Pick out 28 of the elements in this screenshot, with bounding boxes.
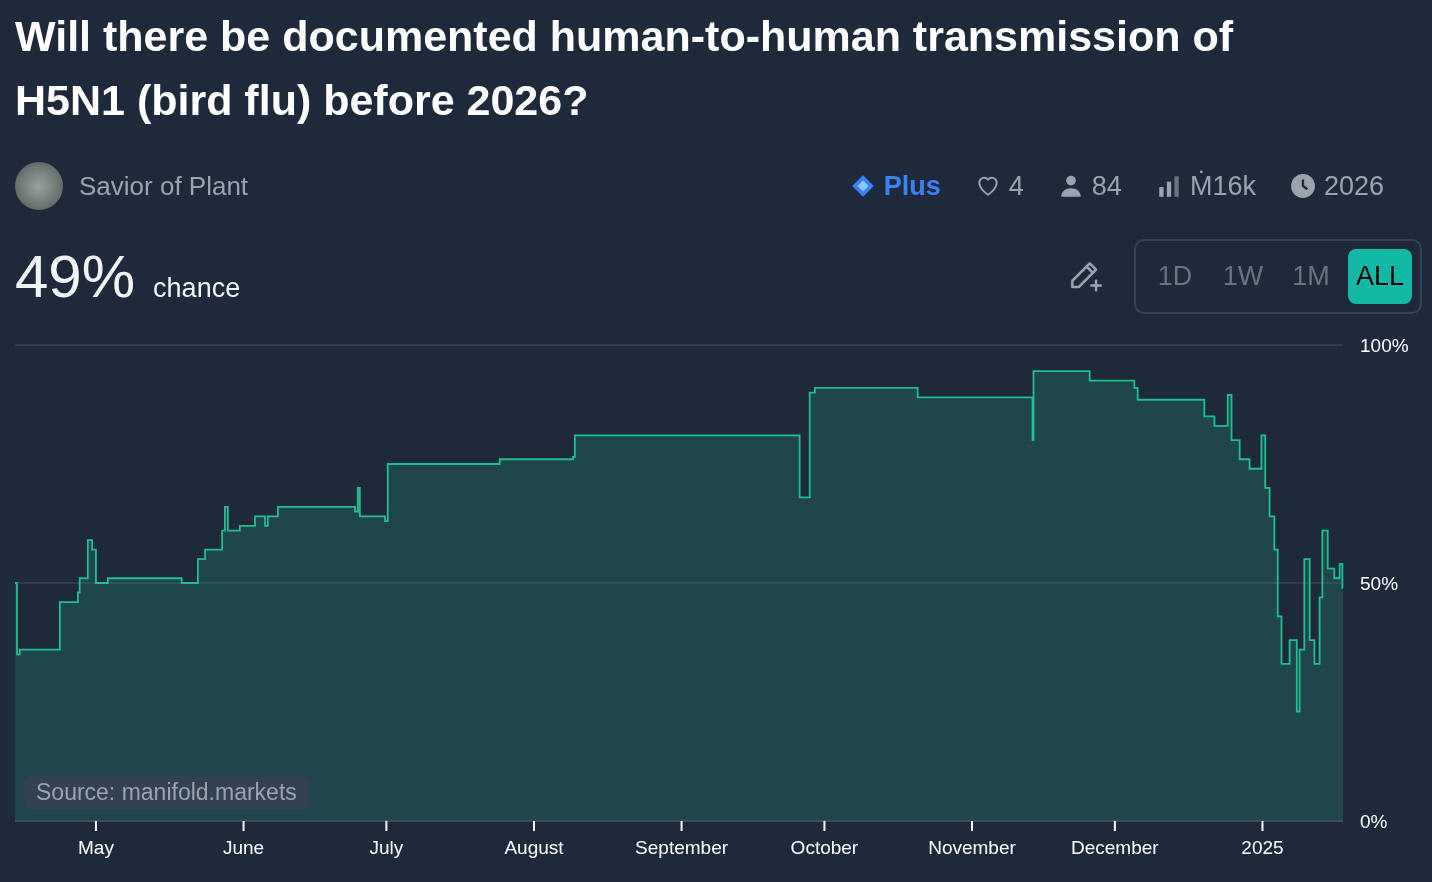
axis-label: 50%	[1360, 573, 1399, 594]
range-tab[interactable]: ALL	[1347, 248, 1412, 304]
avatar-photo	[15, 162, 63, 210]
stat-text: Ṁ16k	[1189, 170, 1256, 202]
axis-label: December	[1071, 837, 1159, 858]
axis-label: June	[222, 837, 265, 858]
axis-label: 2025	[1241, 837, 1284, 858]
stat-text: 84	[1091, 170, 1122, 202]
axis-label: July	[369, 837, 404, 858]
clock-icon	[1289, 173, 1316, 199]
stat-text: Plus	[883, 170, 941, 202]
source-label: Source: manifold.markets	[24, 776, 309, 809]
range-tab[interactable]: 1D	[1143, 248, 1206, 304]
axis-label: 100%	[1360, 335, 1409, 356]
axis-label: May	[78, 837, 114, 858]
range-tab[interactable]: 1W	[1211, 248, 1274, 304]
axis-label: October	[790, 837, 859, 858]
question-title: Will there be documented human-to-human transmission of H5N1 (bird flu) before 2026?	[14, 11, 1235, 126]
probability-label: chance	[153, 272, 241, 304]
range-tab[interactable]: 1M	[1279, 248, 1342, 304]
stat-text: 2026	[1323, 170, 1384, 202]
axis-label: November	[928, 837, 1016, 858]
axis-label: September	[635, 837, 729, 858]
creator-name[interactable]: Savior of Plant	[79, 170, 249, 202]
axis-label: 0%	[1360, 811, 1388, 832]
probability-value: 49%	[15, 241, 136, 311]
stat-text: 4	[1008, 170, 1024, 202]
axis-label: August	[504, 837, 564, 858]
